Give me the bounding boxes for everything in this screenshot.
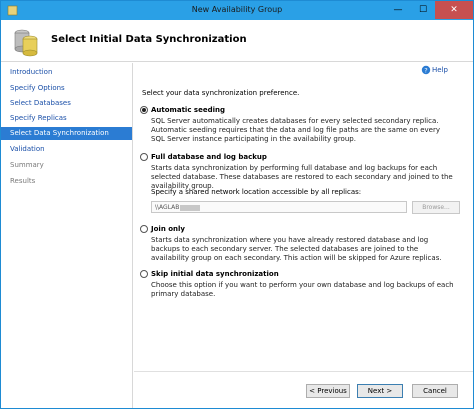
wizard-header: Select Initial Data Synchronization xyxy=(1,20,473,62)
join-only-radio[interactable] xyxy=(140,225,148,233)
redacted-text xyxy=(180,204,201,211)
sidebar-item-specify-replicas[interactable]: Specify Replicas xyxy=(1,112,132,125)
full-backup-label[interactable]: Full database and log backup xyxy=(151,153,267,161)
wizard-window: New Availability Group — ☐ ✕ Select Init… xyxy=(0,0,474,409)
skip-sync-radio[interactable] xyxy=(140,270,148,278)
sidebar-item-specify-options[interactable]: Specify Options xyxy=(1,82,132,95)
sync-preference-prompt: Select your data synchronization prefere… xyxy=(142,89,300,97)
share-location-label: Specify a shared network location access… xyxy=(151,188,362,196)
cancel-button[interactable]: Cancel xyxy=(412,384,458,398)
minimize-button[interactable]: — xyxy=(386,1,410,19)
sidebar-item-summary: Summary xyxy=(10,161,44,169)
share-location-input[interactable]: \\AGLAB xyxy=(151,201,407,213)
sidebar-item-introduction[interactable]: Introduction xyxy=(1,66,132,79)
join-only-label[interactable]: Join only xyxy=(151,225,185,233)
sidebar-item-select-databases[interactable]: Select Databases xyxy=(1,97,132,110)
help-link[interactable]: Help xyxy=(432,66,448,74)
next-button[interactable]: Next > xyxy=(357,384,403,398)
join-only-description: Starts data synchronization where you ha… xyxy=(151,236,442,262)
page-title: Select Initial Data Synchronization xyxy=(51,34,247,45)
svg-text:?: ? xyxy=(424,67,427,75)
sidebar-item-select-data-synchronization[interactable]: Select Data Synchronization xyxy=(1,127,132,140)
maximize-button[interactable]: ☐ xyxy=(411,1,435,19)
help-icon[interactable]: ? xyxy=(421,65,431,75)
previous-button[interactable]: < Previous xyxy=(306,384,350,398)
title-bar[interactable]: New Availability Group — ☐ ✕ xyxy=(1,1,473,20)
wizard-sidebar: Introduction Specify Options Select Data… xyxy=(1,63,133,408)
full-backup-description: Starts data synchronization by performin… xyxy=(151,164,453,190)
database-sync-icon xyxy=(14,29,38,57)
sidebar-item-results: Results xyxy=(10,177,36,185)
sidebar-item-validation[interactable]: Validation xyxy=(1,143,132,156)
skip-sync-description: Choose this option if you want to perfor… xyxy=(151,281,454,298)
automatic-seeding-radio[interactable] xyxy=(140,106,148,114)
wizard-content: ? Help Select your data synchronization … xyxy=(134,63,473,408)
full-backup-radio[interactable] xyxy=(140,153,148,161)
browse-button[interactable]: Browse... xyxy=(412,201,460,214)
skip-sync-label[interactable]: Skip initial data synchronization xyxy=(151,270,279,278)
close-button[interactable]: ✕ xyxy=(435,1,473,19)
share-location-value: \\AGLAB xyxy=(155,204,180,211)
wizard-footer: < Previous Next > Cancel xyxy=(134,371,473,408)
automatic-seeding-description: SQL Server automatically creates databas… xyxy=(151,117,441,143)
automatic-seeding-label[interactable]: Automatic seeding xyxy=(151,106,225,114)
